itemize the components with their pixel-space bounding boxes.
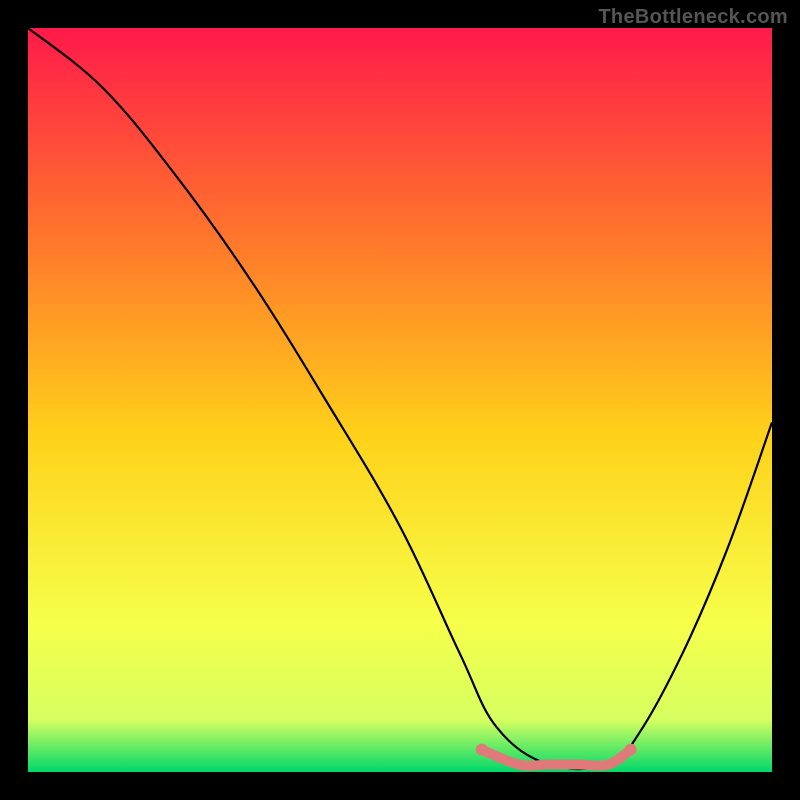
chart-svg (28, 28, 772, 772)
plot-area (28, 28, 772, 772)
optimal-marker-dot-right (625, 744, 637, 756)
chart-frame: TheBottleneck.com (0, 0, 800, 800)
watermark-text: TheBottleneck.com (598, 6, 788, 29)
gradient-background (28, 28, 772, 772)
optimal-marker-dot-left (476, 744, 488, 756)
